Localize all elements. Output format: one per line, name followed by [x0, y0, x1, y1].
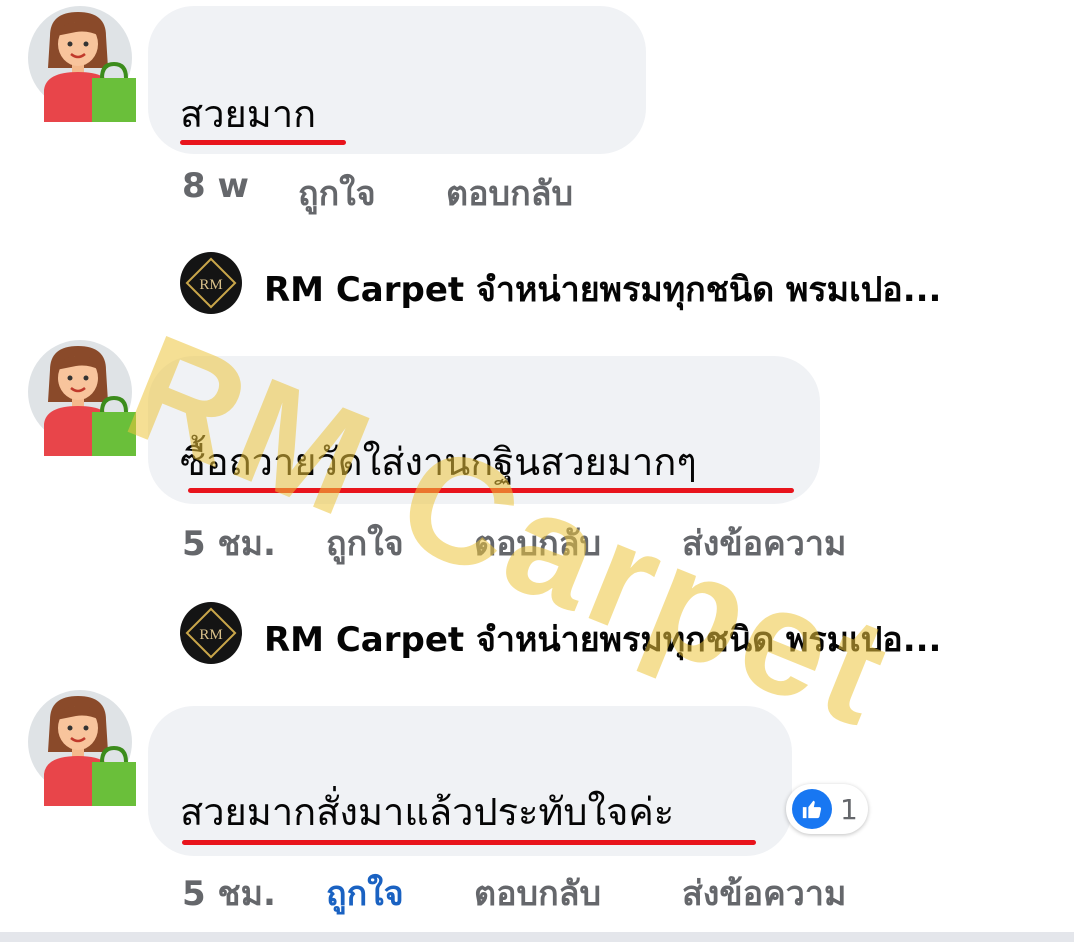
- send-message-button[interactable]: ส่งข้อความ: [682, 516, 846, 570]
- comment-text: ซื้อถวายวัดใส่งานกฐินสวยมากๆ: [180, 440, 697, 484]
- page-avatar[interactable]: RM: [180, 252, 242, 314]
- page-name[interactable]: RM Carpet จำหน่ายพรมทุกชนิด พรมเปอ...: [264, 262, 941, 316]
- bottom-divider: [0, 932, 1074, 942]
- page-name[interactable]: RM Carpet จำหน่ายพรมทุกชนิด พรมเปอ...: [264, 612, 941, 666]
- reply-button[interactable]: ตอบกลับ: [474, 866, 601, 920]
- commenter-avatar-3[interactable]: [28, 690, 136, 806]
- reaction-summary[interactable]: 1: [786, 784, 868, 834]
- comment-bubble-3[interactable]: สวยมากสั่งมาแล้วประทับใจค่ะ: [148, 706, 792, 856]
- comment-timestamp: 5 ชม.: [182, 524, 276, 564]
- shopper-avatar-icon: [44, 12, 136, 122]
- comment-timestamp: 8 w: [182, 166, 249, 206]
- like-button[interactable]: ถูกใจ: [326, 516, 404, 570]
- shopper-avatar-icon: [44, 696, 136, 806]
- comment-bubble-2[interactable]: ซื้อถวายวัดใส่งานกฐินสวยมากๆ: [148, 356, 820, 504]
- rm-carpet-logo: RM: [185, 257, 237, 309]
- comment-text: สวยมากสั่งมาแล้วประทับใจค่ะ: [180, 790, 675, 834]
- svg-text:RM: RM: [199, 277, 222, 293]
- like-button[interactable]: ถูกใจ: [298, 166, 376, 220]
- comment-timestamp: 5 ชม.: [182, 874, 276, 914]
- comment-text: สวยมาก: [180, 92, 317, 136]
- comment-underline-2: [188, 488, 794, 493]
- commenter-avatar-1[interactable]: [28, 6, 136, 122]
- send-message-button[interactable]: ส่งข้อความ: [682, 866, 846, 920]
- reply-button[interactable]: ตอบกลับ: [474, 516, 601, 570]
- reply-button[interactable]: ตอบกลับ: [446, 166, 573, 220]
- shopper-avatar-icon: [44, 346, 136, 456]
- comment-underline-1: [180, 140, 346, 145]
- rm-carpet-logo: RM: [185, 607, 237, 659]
- svg-text:RM: RM: [199, 627, 222, 643]
- comment-bubble-1[interactable]: สวยมาก: [148, 6, 646, 154]
- commenter-avatar-2[interactable]: [28, 340, 136, 456]
- thumbs-up-icon: [792, 789, 832, 829]
- comment-underline-3: [182, 840, 756, 845]
- page-avatar[interactable]: RM: [180, 602, 242, 664]
- like-button[interactable]: ถูกใจ: [326, 866, 404, 920]
- reaction-count: 1: [840, 792, 858, 826]
